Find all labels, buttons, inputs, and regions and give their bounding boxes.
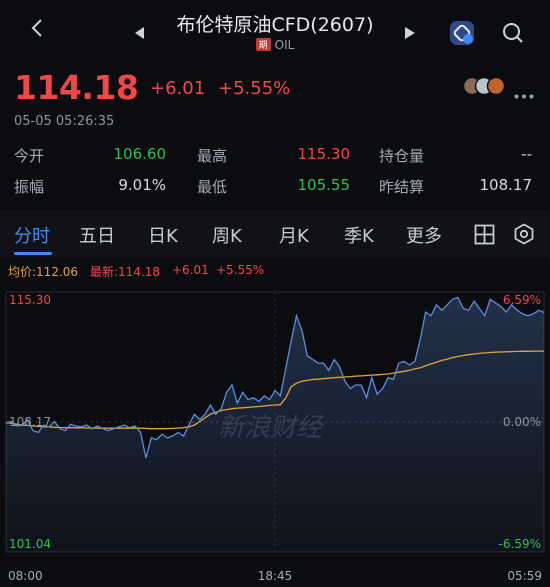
low-label: 最低 — [197, 178, 228, 196]
x-tick: 18:45 — [258, 569, 293, 583]
tab-weekly-k[interactable]: 周K — [212, 222, 242, 248]
amplitude-label: 振幅 — [14, 178, 45, 196]
avg-price-label: 均价:112.06 — [8, 265, 79, 279]
tab-quarterly-k[interactable]: 季K — [344, 222, 374, 248]
tab-daily-k[interactable]: 日K — [148, 222, 178, 248]
tab-more[interactable]: 更多 — [406, 222, 442, 248]
amplitude-value: 9.01% — [118, 176, 166, 194]
high-label: 最高 — [197, 147, 228, 165]
y-tick-left: 101.04 — [9, 537, 51, 551]
more-icon[interactable] — [514, 84, 534, 103]
price-change: +6.01 — [150, 78, 206, 99]
high-value: 115.30 — [297, 145, 351, 163]
active-tab-indicator — [14, 252, 52, 255]
y-tick-right: 0.00% — [503, 415, 541, 429]
tab-monthly-k[interactable]: 月K — [279, 222, 309, 248]
next-instrument-icon[interactable] — [405, 24, 415, 43]
low-value: 105.55 — [297, 176, 351, 194]
chart-change-pct: +5.55% — [216, 263, 265, 277]
price-change-pct: +5.55% — [218, 78, 291, 99]
y-tick-left: 108.17 — [9, 415, 51, 429]
open-label: 今开 — [14, 147, 45, 165]
chart-change: +6.01 — [172, 263, 209, 277]
ai-assistant-icon[interactable] — [448, 19, 476, 51]
futures-tag: 期 — [255, 38, 271, 51]
position-value: -- — [521, 145, 532, 163]
prev-settle-value: 108.17 — [479, 176, 533, 194]
tab-intraday[interactable]: 分时 — [14, 222, 50, 248]
position-label: 持仓量 — [379, 147, 425, 165]
y-tick-right: 6.59% — [503, 293, 541, 307]
community-avatars[interactable] — [462, 76, 510, 100]
quote-timestamp: 05-05 05:26:35 — [14, 114, 115, 129]
x-tick: 08:00 — [8, 569, 43, 583]
open-value: 106.60 — [113, 145, 167, 163]
intraday-chart[interactable]: 新浪财经115.30108.17101.046.59%0.00%-6.59%08… — [0, 280, 550, 587]
y-tick-right: -6.59% — [499, 537, 541, 551]
x-tick: 05:59 — [507, 569, 542, 583]
latest-price-label: 最新:114.18 — [90, 265, 161, 279]
search-icon[interactable] — [502, 22, 524, 48]
symbol: OIL — [274, 38, 295, 52]
tab-five-day[interactable]: 五日 — [79, 222, 115, 248]
last-price: 114.18 — [14, 68, 139, 107]
y-tick-left: 115.30 — [9, 293, 51, 307]
grid-layout-icon[interactable] — [474, 224, 495, 249]
prev-settle-label: 昨结算 — [379, 178, 425, 196]
chart-settings-icon[interactable] — [513, 223, 535, 249]
